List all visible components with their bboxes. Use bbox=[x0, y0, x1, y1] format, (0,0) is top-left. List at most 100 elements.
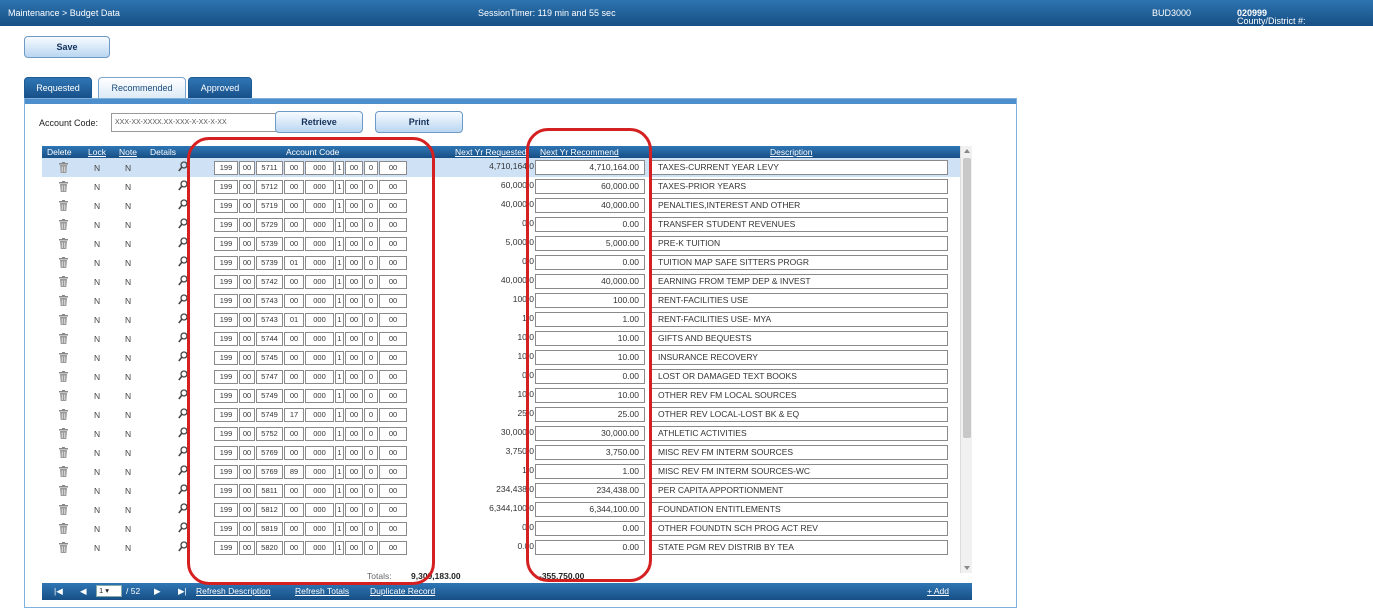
header-description[interactable]: Description bbox=[770, 147, 813, 157]
account-code-segment[interactable]: 5769 bbox=[256, 446, 283, 460]
account-code-segment[interactable]: 5742 bbox=[256, 275, 283, 289]
account-code-segment[interactable]: 00 bbox=[379, 389, 407, 403]
account-code-segment[interactable]: 1 bbox=[335, 218, 344, 232]
prev-page-icon[interactable]: ◀ bbox=[80, 586, 87, 597]
account-code-segment[interactable]: 00 bbox=[345, 465, 363, 479]
description-input[interactable]: INSURANCE RECOVERY bbox=[651, 350, 948, 365]
table-row[interactable]: N N 199 00 5769 89 000 1 00 0 00 1.0 1.00 MISC REV FM… bbox=[42, 462, 970, 481]
account-code-segment[interactable]: 1 bbox=[335, 446, 344, 460]
table-row[interactable]: N N 199 00 5743 00 000 1 00 0 00 100.0 100.00 RENT-FA… bbox=[42, 291, 970, 310]
next-yr-recommend-input[interactable]: 40,000.00 bbox=[535, 274, 645, 289]
table-row[interactable]: N N 199 00 5820 00 000 1 00 0 00 0.00 0.00 STATE PGM … bbox=[42, 538, 970, 557]
table-row[interactable]: N N 199 00 5749 17 000 1 00 0 00 25.0 25.00 OTHER REV… bbox=[42, 405, 970, 424]
account-code-segment[interactable]: 00 bbox=[379, 332, 407, 346]
account-code-segment[interactable]: 1 bbox=[335, 237, 344, 251]
account-code-segment[interactable]: 5719 bbox=[256, 199, 283, 213]
account-code-segment[interactable]: 1 bbox=[335, 522, 344, 536]
account-code-segment[interactable]: 199 bbox=[214, 465, 238, 479]
print-button[interactable]: Print bbox=[375, 111, 463, 133]
account-code-segment[interactable]: 00 bbox=[284, 427, 304, 441]
account-code-segment[interactable]: 000 bbox=[305, 218, 334, 232]
header-lock[interactable]: Lock bbox=[88, 147, 106, 157]
account-code-segment[interactable]: 0 bbox=[364, 275, 378, 289]
account-code-segment[interactable]: 00 bbox=[379, 370, 407, 384]
duplicate-record-link[interactable]: Duplicate Record bbox=[370, 586, 435, 596]
account-code-segment[interactable]: 00 bbox=[284, 180, 304, 194]
magnifier-icon[interactable] bbox=[178, 161, 188, 172]
account-code-segment[interactable]: 00 bbox=[379, 503, 407, 517]
account-code-segment[interactable]: 00 bbox=[345, 541, 363, 555]
account-code-segment[interactable]: 00 bbox=[379, 427, 407, 441]
account-code-segment[interactable]: 1 bbox=[335, 161, 344, 175]
account-code-segment[interactable]: 000 bbox=[305, 351, 334, 365]
account-code-segment[interactable]: 17 bbox=[284, 408, 304, 422]
account-code-segment[interactable]: 00 bbox=[284, 446, 304, 460]
account-code-segment[interactable]: 00 bbox=[239, 522, 255, 536]
magnifier-icon[interactable] bbox=[178, 541, 188, 552]
scroll-thumb[interactable] bbox=[963, 158, 971, 438]
magnifier-icon[interactable] bbox=[178, 484, 188, 495]
next-yr-recommend-input[interactable]: 4,710,164.00 bbox=[535, 160, 645, 175]
account-code-segment[interactable]: 00 bbox=[379, 446, 407, 460]
account-code-segment[interactable]: 5812 bbox=[256, 503, 283, 517]
account-code-segment[interactable]: 00 bbox=[379, 313, 407, 327]
account-code-segment[interactable]: 199 bbox=[214, 370, 238, 384]
account-code-segment[interactable]: 000 bbox=[305, 237, 334, 251]
trash-icon[interactable] bbox=[59, 333, 68, 344]
table-row[interactable]: N N 199 00 5739 01 000 1 00 0 00 0.0 0.00 TUITION MAP… bbox=[42, 253, 970, 272]
account-code-segment[interactable]: 5749 bbox=[256, 408, 283, 422]
next-yr-recommend-input[interactable]: 6,344,100.00 bbox=[535, 502, 645, 517]
account-code-segment[interactable]: 199 bbox=[214, 218, 238, 232]
table-row[interactable]: N N 199 00 5719 00 000 1 00 0 00 40,000.0 40,000.00 P… bbox=[42, 196, 970, 215]
trash-icon[interactable] bbox=[59, 295, 68, 306]
description-input[interactable]: FOUNDATION ENTITLEMENTS bbox=[651, 502, 948, 517]
account-code-segment[interactable]: 00 bbox=[284, 522, 304, 536]
account-code-segment[interactable]: 000 bbox=[305, 408, 334, 422]
account-code-segment[interactable]: 000 bbox=[305, 522, 334, 536]
account-code-segment[interactable]: 000 bbox=[305, 484, 334, 498]
account-code-segment[interactable]: 5729 bbox=[256, 218, 283, 232]
account-code-segment[interactable]: 00 bbox=[284, 351, 304, 365]
account-code-segment[interactable]: 00 bbox=[239, 541, 255, 555]
magnifier-icon[interactable] bbox=[178, 313, 188, 324]
magnifier-icon[interactable] bbox=[178, 408, 188, 419]
account-code-segment[interactable]: 00 bbox=[239, 199, 255, 213]
next-yr-recommend-input[interactable]: 10.00 bbox=[535, 331, 645, 346]
account-code-segment[interactable]: 00 bbox=[239, 161, 255, 175]
add-link[interactable]: + Add bbox=[927, 586, 949, 596]
trash-icon[interactable] bbox=[59, 314, 68, 325]
tab-approved[interactable]: Approved bbox=[188, 77, 252, 98]
description-input[interactable]: LOST OR DAMAGED TEXT BOOKS bbox=[651, 369, 948, 384]
description-input[interactable]: OTHER FOUNDTN SCH PROG ACT REV bbox=[651, 521, 948, 536]
account-code-segment[interactable]: 0 bbox=[364, 294, 378, 308]
account-code-segment[interactable]: 0 bbox=[364, 199, 378, 213]
trash-icon[interactable] bbox=[59, 447, 68, 458]
table-row[interactable]: N N 199 00 5711 00 000 1 00 0 00 4,710,164.0 4,710,1… bbox=[42, 158, 970, 177]
account-code-segment[interactable]: 0 bbox=[364, 522, 378, 536]
account-code-segment[interactable]: 1 bbox=[335, 484, 344, 498]
trash-icon[interactable] bbox=[59, 466, 68, 477]
account-code-segment[interactable]: 199 bbox=[214, 256, 238, 270]
account-code-segment[interactable]: 199 bbox=[214, 161, 238, 175]
trash-icon[interactable] bbox=[59, 238, 68, 249]
magnifier-icon[interactable] bbox=[178, 465, 188, 476]
account-code-segment[interactable]: 0 bbox=[364, 370, 378, 384]
account-code-segment[interactable]: 00 bbox=[284, 237, 304, 251]
account-code-segment[interactable]: 000 bbox=[305, 180, 334, 194]
account-code-segment[interactable]: 000 bbox=[305, 503, 334, 517]
account-code-segment[interactable]: 00 bbox=[239, 275, 255, 289]
account-code-segment[interactable]: 00 bbox=[284, 275, 304, 289]
next-yr-recommend-input[interactable]: 25.00 bbox=[535, 407, 645, 422]
account-code-segment[interactable]: 5711 bbox=[256, 161, 283, 175]
account-code-segment[interactable]: 00 bbox=[239, 370, 255, 384]
account-code-segment[interactable]: 1 bbox=[335, 370, 344, 384]
account-code-segment[interactable]: 199 bbox=[214, 427, 238, 441]
account-code-segment[interactable]: 00 bbox=[284, 503, 304, 517]
account-code-segment[interactable]: 5747 bbox=[256, 370, 283, 384]
next-yr-recommend-input[interactable]: 5,000.00 bbox=[535, 236, 645, 251]
table-row[interactable]: N N 199 00 5739 00 000 1 00 0 00 5,000.0 5,000.00 PRE… bbox=[42, 234, 970, 253]
account-code-segment[interactable]: 00 bbox=[239, 503, 255, 517]
table-row[interactable]: N N 199 00 5712 00 000 1 00 0 00 60,000.0 60,000.00 T… bbox=[42, 177, 970, 196]
magnifier-icon[interactable] bbox=[178, 218, 188, 229]
account-code-segment[interactable]: 00 bbox=[239, 332, 255, 346]
